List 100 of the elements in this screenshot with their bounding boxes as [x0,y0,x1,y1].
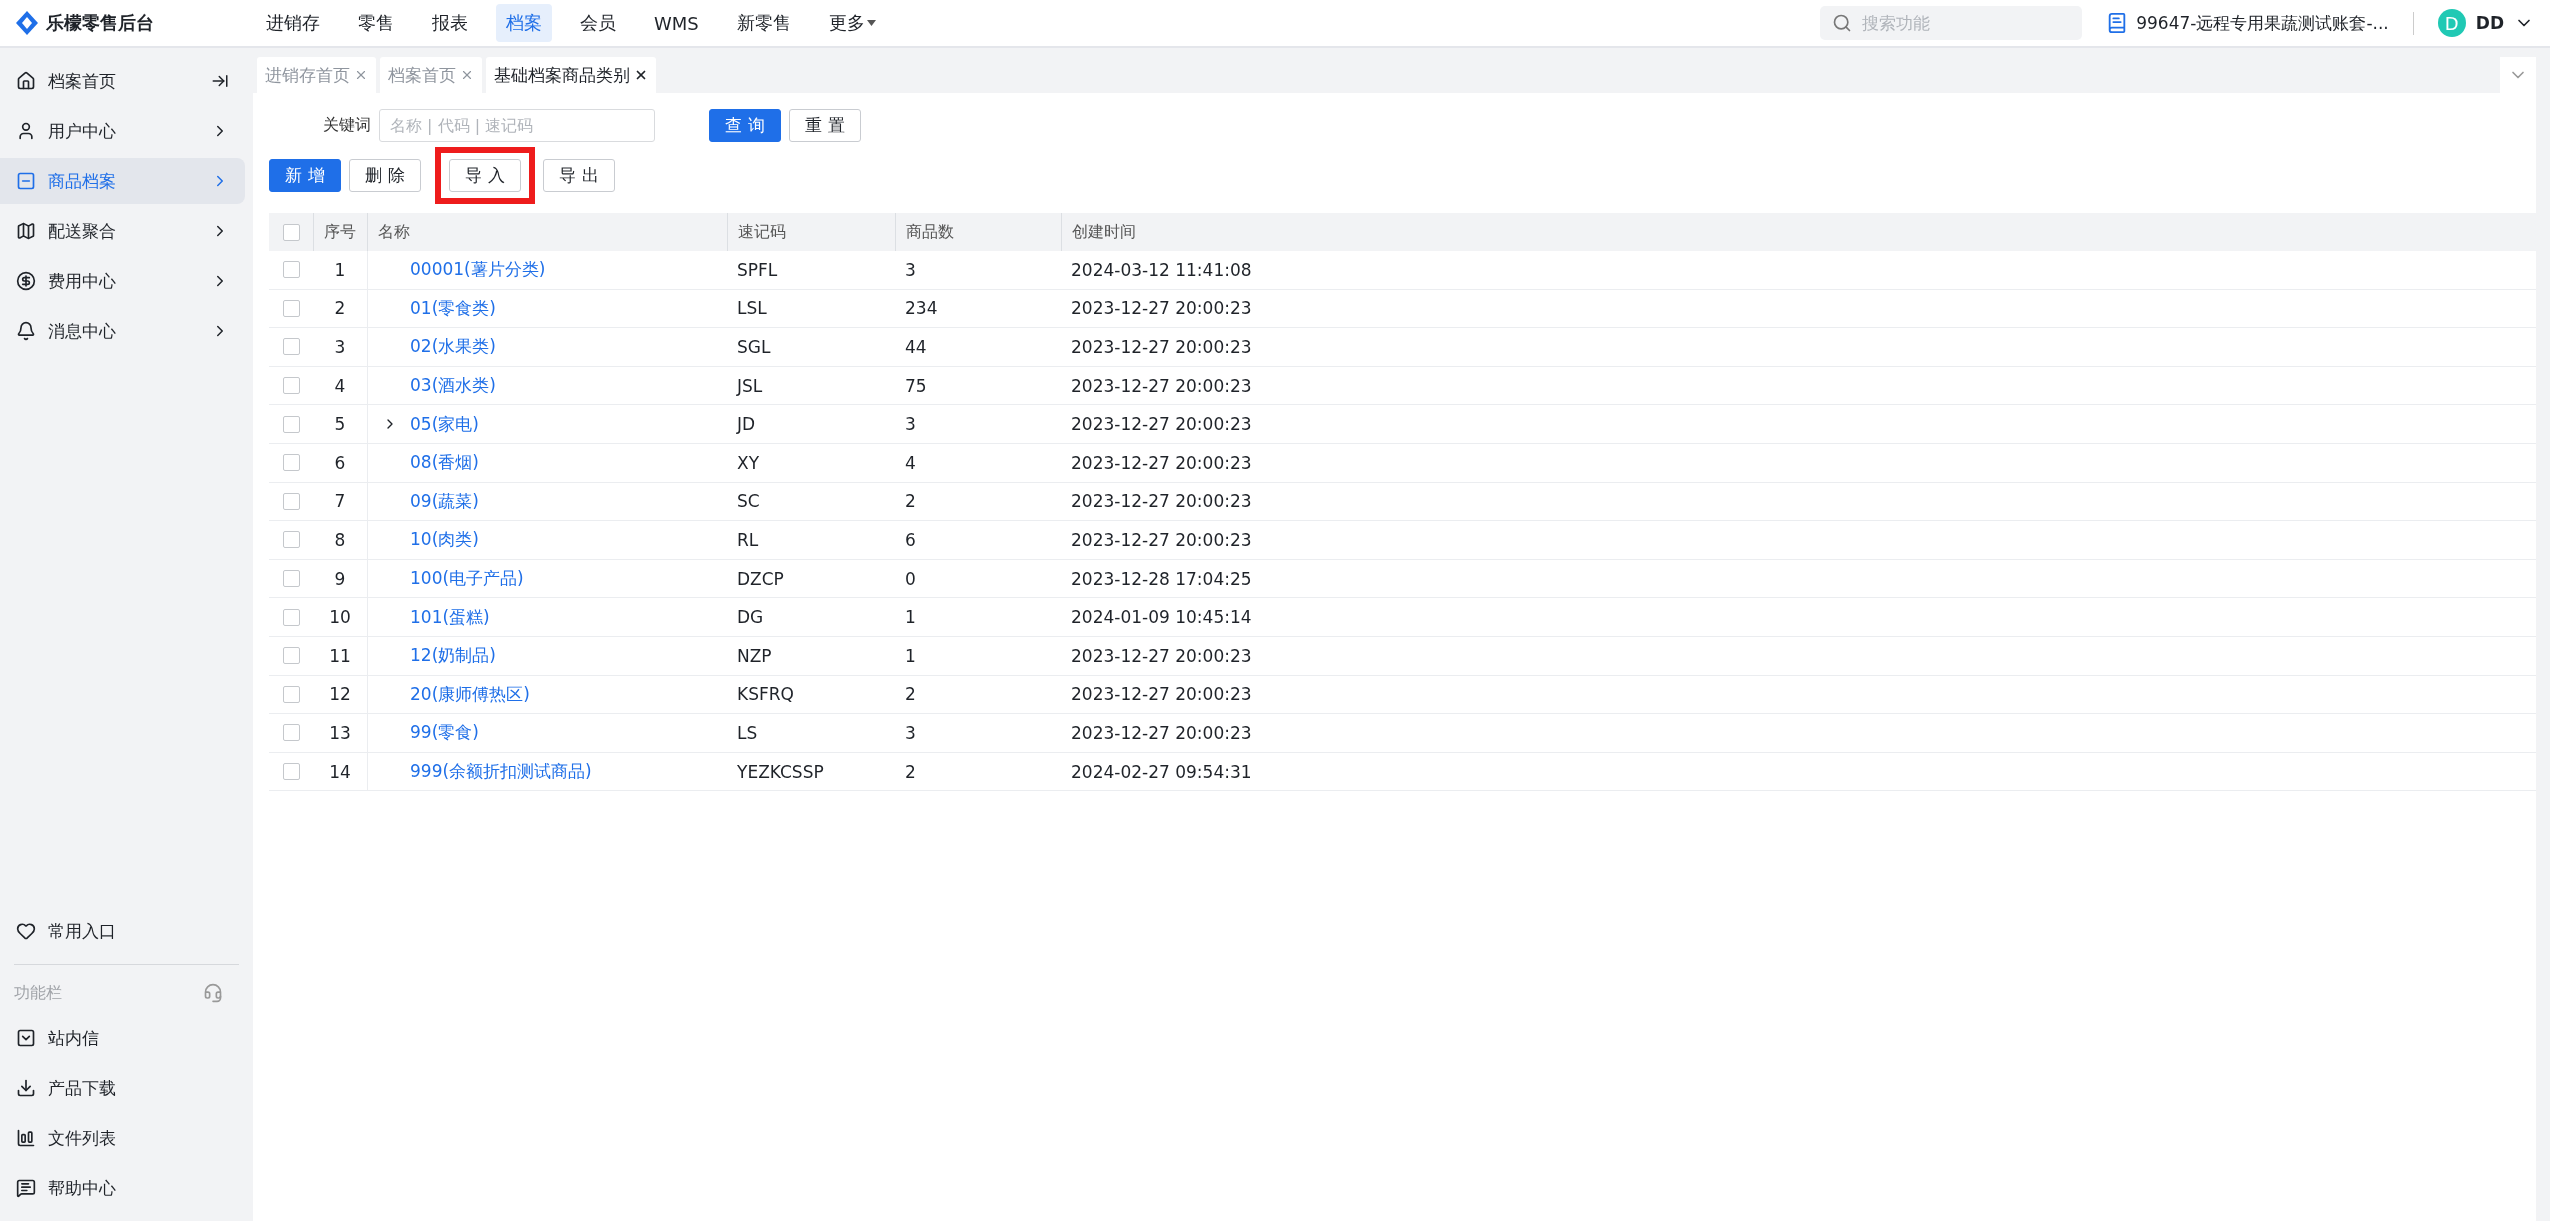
favorites-item[interactable]: 常用入口 [0,908,245,954]
table-cell: LS [727,714,895,753]
search-field[interactable]: 搜索功能 [1860,12,2061,34]
table-cell: 13 [313,714,367,753]
table-cell: LSL [727,289,895,329]
category-link[interactable]: 12(奶制品) [410,644,496,668]
row-checkbox[interactable] [282,531,300,549]
table-cell: 1 [895,598,1061,637]
table-cell: 6 [895,521,1061,560]
page-tab[interactable]: 基础档案商品类别 [486,57,656,93]
sidebar-item[interactable]: 消息中心 [0,308,245,354]
category-link[interactable]: 99(零食) [410,721,479,745]
row-checkbox[interactable] [282,415,300,433]
table-cell: JD [727,405,895,444]
tool-item[interactable]: 产品下载 [0,1065,245,1111]
table-cell: SC [727,482,895,522]
category-link[interactable]: 101(蛋糕) [410,605,490,629]
category-link[interactable]: 05(家电) [410,412,479,436]
action-button[interactable]: 导 入 [449,158,521,192]
table-cell: SGL [727,328,895,367]
table-cell: 2 [895,482,1061,522]
column-header: 商品数 [895,213,1061,251]
headset-icon[interactable] [203,983,223,1003]
filter-button[interactable]: 重 置 [789,108,861,142]
table-cell: 75 [895,366,1061,406]
table-cell: 3 [313,328,367,367]
nav-tab[interactable]: 档案 [496,4,552,42]
category-link[interactable]: 01(零食类) [410,296,496,320]
user-name[interactable]: DD [2475,13,2504,33]
row-checkbox[interactable] [282,492,300,510]
table-cell: 8 [313,521,367,560]
tab-menu-button[interactable] [2500,57,2536,93]
action-button[interactable]: 新 增 [269,158,341,192]
row-checkbox[interactable] [282,299,300,317]
sidebar-item[interactable]: 商品档案 [0,158,245,204]
category-link[interactable]: 00001(薯片分类) [410,258,546,282]
tool-item[interactable]: 文件列表 [0,1115,245,1161]
category-link[interactable]: 08(香烟) [410,451,479,475]
table-cell: 2023-12-27 20:00:23 [1061,521,2536,560]
category-link[interactable]: 100(电子产品) [410,567,524,591]
action-button[interactable]: 删 除 [349,158,421,192]
table-cell: 44 [895,328,1061,367]
row-checkbox[interactable] [282,338,300,356]
category-link[interactable]: 09(蔬菜) [410,489,479,513]
table-cell: SPFL [727,251,895,290]
filter-button[interactable]: 查 询 [709,108,781,142]
table-cell: 3 [895,251,1061,290]
category-link[interactable]: 20(康师傅热区) [410,682,530,706]
table-cell: 2023-12-27 20:00:23 [1061,405,2536,444]
nav-tab[interactable]: 进销存 [256,4,330,42]
table-cell: 2023-12-27 20:00:23 [1061,714,2536,753]
table-cell: YEZKCSSP [727,752,895,792]
sidebar-item[interactable]: 档案首页 [0,58,245,104]
category-link[interactable]: 10(肉类) [410,528,479,552]
sidebar-item[interactable]: 费用中心 [0,258,245,304]
row-checkbox[interactable] [282,685,300,703]
table-cell: 2023-12-27 20:00:23 [1061,289,2536,329]
table-cell: 1 [313,251,367,290]
row-checkbox[interactable] [282,570,300,588]
nav-tab[interactable]: 会员 [570,4,626,42]
select-all-checkbox[interactable] [282,223,300,241]
collapse-icon[interactable] [211,72,229,90]
keyword-field[interactable]: 名称 | 代码 | 速记码 [379,108,655,142]
close-icon[interactable] [634,68,648,82]
nav-tab[interactable]: 新零售 [726,4,801,42]
action-button[interactable]: 导 出 [543,158,615,192]
table-cell: 4 [895,443,1061,483]
category-link[interactable]: 02(水果类) [410,335,496,359]
table-cell: 6 [313,443,367,483]
tool-item[interactable]: 站内信 [0,1015,245,1061]
row-checkbox[interactable] [282,724,300,742]
table-cell: XY [727,443,895,483]
tool-item[interactable]: 帮助中心 [0,1165,245,1211]
table-cell: 2023-12-27 20:00:23 [1061,482,2536,522]
table-cell: RL [727,521,895,560]
table-cell: 7 [313,482,367,522]
row-checkbox[interactable] [282,647,300,665]
row-checkbox[interactable] [282,608,300,626]
row-checkbox[interactable] [282,377,300,395]
table-cell: 2 [895,675,1061,715]
sidebar-item[interactable]: 用户中心 [0,108,245,154]
category-link[interactable]: 999(余额折扣测试商品) [410,760,592,783]
table-cell: 0 [895,559,1061,599]
nav-tab[interactable]: 报表 [422,4,478,42]
nav-tab[interactable]: WMS [644,5,709,41]
category-link[interactable]: 03(酒水类) [410,374,496,398]
row-checkbox[interactable] [282,454,300,472]
row-checkbox[interactable] [282,261,300,279]
table-cell: 3 [895,714,1061,753]
account-name[interactable]: 99647-远程专用果蔬测试账套-... [2136,11,2389,35]
table-cell: 2 [313,289,367,329]
nav-tab[interactable]: 零售 [348,4,404,42]
row-checkbox[interactable] [282,763,300,780]
sidebar-item[interactable]: 配送聚合 [0,208,245,254]
table-cell: 2024-01-09 10:45:14 [1061,598,2536,637]
table-cell: 4 [313,366,367,406]
table-cell: DG [727,598,895,637]
search-box[interactable]: 搜索功能 [1820,6,2083,40]
download-icon [16,1078,36,1098]
nav-tab[interactable]: 更多 [818,4,886,42]
